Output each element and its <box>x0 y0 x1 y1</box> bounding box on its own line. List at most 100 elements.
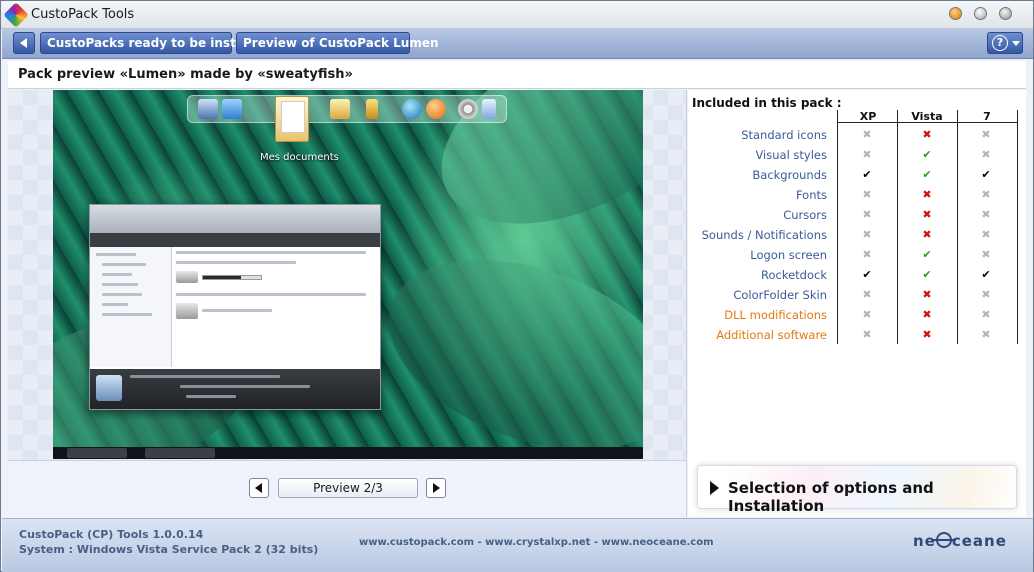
breadcrumb-bar: CustoPacks ready to be installed Preview… <box>2 29 1033 59</box>
feature-row: Backgrounds ✔ ✔ ✔ <box>688 165 1026 185</box>
cross-icon: ✖ <box>981 328 991 341</box>
breadcrumb-preview-lumen[interactable]: Preview of CustoPack Lumen <box>236 32 439 54</box>
cross-icon: ✖ <box>862 308 872 321</box>
included-panel: Included in this pack : XP Vista 7 Stand… <box>688 90 1026 517</box>
zip-folder-icon <box>366 99 378 119</box>
feature-row: Standard icons ✖ ✖ ✖ <box>688 125 1026 145</box>
computer-icon <box>198 99 218 119</box>
chevron-down-icon <box>1012 41 1020 46</box>
feature-label: Visual styles <box>755 148 827 162</box>
dock-preview <box>187 95 507 123</box>
feature-label: ColorFolder Skin <box>733 288 827 302</box>
footer: CustoPack (CP) Tools 1.0.0.14 System : W… <box>2 518 1033 572</box>
minimize-button[interactable] <box>949 7 962 20</box>
feature-label: Fonts <box>795 188 827 202</box>
explorer-details-pane <box>90 369 380 409</box>
app-version: CustoPack (CP) Tools 1.0.0.14 <box>19 528 204 541</box>
feature-label: Cursors <box>783 208 827 222</box>
feature-row: Fonts ✖ ✖ ✖ <box>688 185 1026 205</box>
cross-icon: ✖ <box>862 148 872 161</box>
help-icon: ? <box>992 35 1008 51</box>
documents-folder-icon <box>275 96 309 142</box>
cross-icon: ✖ <box>862 328 872 341</box>
help-dropdown-button[interactable]: ? <box>987 32 1023 54</box>
install-button-label: Selection of options and Installation <box>728 479 934 515</box>
maximize-button[interactable] <box>974 7 987 20</box>
cross-icon: ✖ <box>981 208 991 221</box>
cross-icon: ✖ <box>981 128 991 141</box>
computer-icon <box>96 375 122 401</box>
cross-icon: ✖ <box>922 328 932 341</box>
cross-icon: ✖ <box>922 308 932 321</box>
cross-icon: ✖ <box>862 228 872 241</box>
feature-row: Additional software ✖ ✖ ✖ <box>688 325 1026 345</box>
checkmark-icon: ✔ <box>862 268 872 281</box>
explorer-sidebar <box>90 247 172 367</box>
feature-label: Additional software <box>716 328 827 342</box>
gear-icon <box>458 99 478 119</box>
folder-icon <box>330 99 350 119</box>
cross-icon: ✖ <box>862 248 872 261</box>
feature-label: Sounds / Notifications <box>701 228 827 242</box>
cross-icon: ✖ <box>981 308 991 321</box>
checkmark-icon: ✔ <box>922 168 932 181</box>
feature-label: Standard icons <box>741 128 827 142</box>
window-title: CustoPack Tools <box>31 7 135 22</box>
cross-icon: ✖ <box>922 128 932 141</box>
title-bar[interactable]: CustoPack Tools <box>1 1 1033 29</box>
table-divider <box>837 122 1017 123</box>
cross-icon: ✖ <box>922 208 932 221</box>
logo-text-right: ceane <box>951 532 1007 550</box>
back-arrow-button[interactable] <box>13 32 35 54</box>
feature-label: Logon screen <box>750 248 827 262</box>
preview-screenshot: Mes documents <box>53 90 643 459</box>
cross-icon: ✖ <box>981 288 991 301</box>
feature-row: ColorFolder Skin ✖ ✖ ✖ <box>688 285 1026 305</box>
feature-label: Backgrounds <box>752 168 827 182</box>
system-info: System : Windows Vista Service Pack 2 (3… <box>19 543 319 556</box>
checkmark-icon: ✔ <box>981 168 991 181</box>
selection-install-button[interactable]: Selection of options and Installation <box>697 465 1017 515</box>
media-player-icon <box>426 99 446 119</box>
next-preview-button[interactable] <box>426 478 446 498</box>
preview-navigation: Preview 2/3 <box>8 460 687 517</box>
checkmark-icon: ✔ <box>922 248 932 261</box>
desktop-icon-label: Mes documents <box>260 152 339 163</box>
previous-preview-button[interactable] <box>249 478 269 498</box>
checkmark-icon: ✔ <box>922 148 932 161</box>
cross-icon: ✖ <box>862 128 872 141</box>
taskbar-preview <box>53 447 643 459</box>
feature-row: Rocketdock ✔ ✔ ✔ <box>688 265 1026 285</box>
feature-label: Rocketdock <box>761 268 827 282</box>
pack-header: Pack preview «Lumen» made by «sweatyfish… <box>8 61 1026 89</box>
logo-o-icon <box>931 532 956 548</box>
disk-usage-bar <box>202 275 262 280</box>
included-title: Included in this pack : <box>692 96 842 110</box>
explorer-toolbar <box>90 233 380 247</box>
cross-icon: ✖ <box>981 248 991 261</box>
cross-icon: ✖ <box>922 228 932 241</box>
feature-row: Cursors ✖ ✖ ✖ <box>688 205 1026 225</box>
explorer-window-preview <box>89 204 381 410</box>
page-title: Pack preview «Lumen» made by «sweatyfish… <box>18 67 353 82</box>
cross-icon: ✖ <box>981 148 991 161</box>
feature-row: Visual styles ✖ ✔ ✖ <box>688 145 1026 165</box>
dvd-drive-icon <box>176 303 198 319</box>
website-links[interactable]: www.custopack.com - www.crystalxp.net - … <box>359 537 714 548</box>
neoceane-logo[interactable]: ne ceane <box>913 532 1007 550</box>
cross-icon: ✖ <box>862 288 872 301</box>
cross-icon: ✖ <box>981 228 991 241</box>
hard-drive-icon <box>176 271 198 283</box>
globe-icon <box>402 99 422 119</box>
network-icon <box>222 99 242 119</box>
cross-icon: ✖ <box>981 188 991 201</box>
explorer-titlebar <box>90 205 380 233</box>
custopack-logo-icon <box>3 2 29 28</box>
play-arrow-icon <box>710 481 719 495</box>
checkmark-icon: ✔ <box>922 268 932 281</box>
feature-row: DLL modifications ✖ ✖ ✖ <box>688 305 1026 325</box>
cross-icon: ✖ <box>862 208 872 221</box>
breadcrumb-ready-packs[interactable]: CustoPacks ready to be installed <box>40 32 269 54</box>
checkmark-icon: ✔ <box>981 268 991 281</box>
close-button[interactable] <box>999 7 1012 20</box>
